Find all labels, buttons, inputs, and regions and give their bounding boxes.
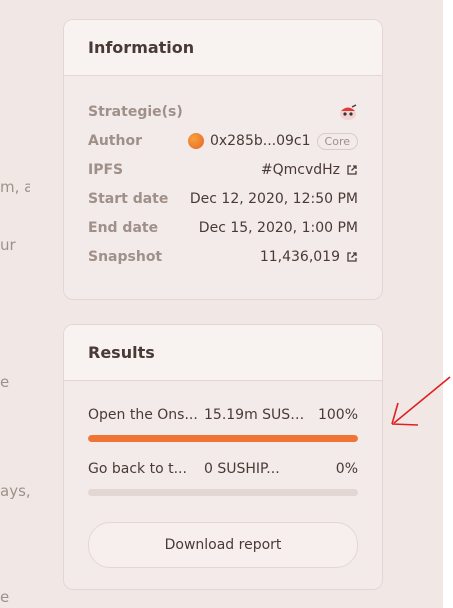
snapshot-link[interactable]: 11,436,019: [260, 249, 358, 265]
result-amount: 15.19m SUSHIP...: [204, 407, 314, 423]
text-fragment: ays,: [0, 482, 30, 500]
text-fragment: ur: [0, 236, 16, 254]
info-row-start-date: Start date Dec 12, 2020, 12:50 PM: [88, 188, 358, 210]
end-date-value: Dec 15, 2020, 1:00 PM: [198, 220, 358, 236]
results-card: Results Open the Ons... 15.19m SUSHIP...…: [63, 324, 383, 590]
snapshot-block: 11,436,019: [259, 249, 340, 265]
info-row-strategies: Strategie(s): [88, 101, 358, 123]
information-title: Information: [64, 20, 382, 76]
text-fragment: m, a: [0, 178, 30, 196]
result-progress-track: [88, 489, 358, 496]
core-badge: Core: [316, 132, 358, 150]
info-label: Strategie(s): [88, 104, 183, 120]
info-label: Start date: [88, 191, 169, 207]
info-row-author: Author 0x285b...09c1 Core: [88, 130, 358, 152]
text-fragment: e: [0, 588, 10, 606]
download-report-button[interactable]: Download report: [88, 522, 358, 568]
result-percent: 0%: [335, 461, 358, 477]
result-row: Go back to t... 0 SUSHIP... 0%: [88, 459, 358, 479]
author-link[interactable]: 0x285b...09c1 Core: [187, 132, 358, 150]
info-label: Snapshot: [88, 249, 163, 265]
result-row: Open the Ons... 15.19m SUSHIP... 100%: [88, 405, 358, 425]
annotation-arrow-icon: [391, 376, 451, 426]
author-address: 0x285b...09c1: [209, 133, 311, 149]
info-label: IPFS: [88, 162, 124, 178]
result-amount: 0 SUSHIP...: [204, 461, 280, 477]
strategy-icon[interactable]: [338, 103, 358, 121]
info-label: End date: [88, 220, 159, 236]
author-avatar-icon: [187, 133, 204, 149]
external-link-icon: [347, 252, 357, 262]
information-card: Information Strategie(s) Author 0x285b..…: [63, 19, 383, 300]
result-progress-fill: [88, 435, 358, 442]
info-row-snapshot: Snapshot 11,436,019: [88, 246, 358, 268]
ipfs-link[interactable]: #QmcvdHz: [261, 162, 358, 178]
result-progress-track: [88, 435, 358, 442]
info-label: Author: [88, 133, 142, 149]
info-row-ipfs: IPFS #QmcvdHz: [88, 159, 358, 181]
text-fragment: e: [0, 373, 10, 391]
result-choice: Open the Ons...: [88, 407, 198, 423]
result-percent: 100%: [317, 407, 358, 423]
info-row-end-date: End date Dec 15, 2020, 1:00 PM: [88, 217, 358, 239]
ipfs-hash: #QmcvdHz: [260, 162, 340, 178]
start-date-value: Dec 12, 2020, 12:50 PM: [189, 191, 358, 207]
results-title: Results: [64, 325, 382, 381]
external-link-icon: [347, 165, 357, 175]
result-choice: Go back to t...: [88, 461, 187, 477]
